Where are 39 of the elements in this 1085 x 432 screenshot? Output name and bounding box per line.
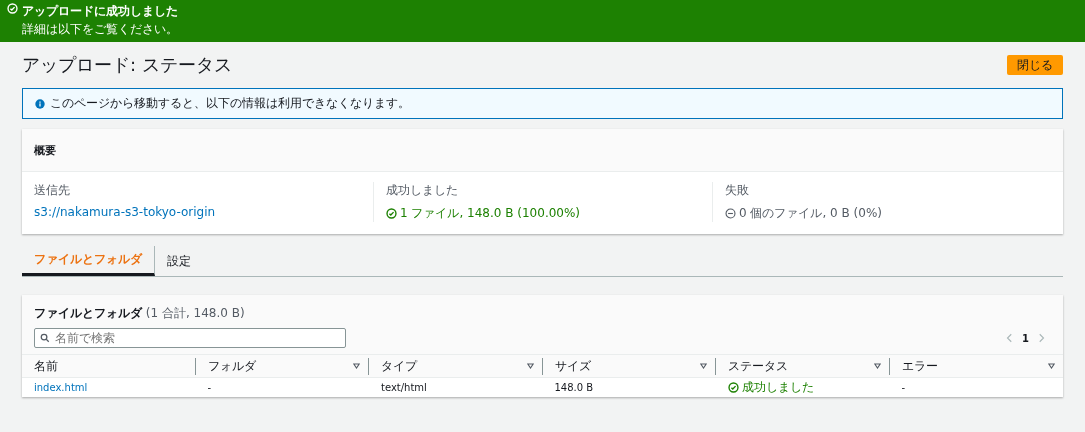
column-header[interactable]: 名前: [34, 357, 58, 375]
sort-icon[interactable]: [700, 363, 707, 369]
summary-title: 概要: [34, 142, 56, 158]
table-cell: -: [901, 382, 906, 393]
check-circle-icon: [728, 382, 739, 393]
status-text: 成功しました: [742, 379, 814, 396]
column-header[interactable]: サイズ: [554, 357, 591, 375]
table-title: ファイルとフォルダ: [34, 306, 142, 320]
tab[interactable]: 設定: [155, 248, 203, 274]
summary-label: 成功しました: [386, 182, 459, 199]
item-count: (1 合計, 148.0 B): [145, 306, 245, 320]
info-icon: [35, 98, 45, 109]
sort-icon[interactable]: [353, 363, 360, 369]
table-cell: 148.0 B: [554, 382, 594, 393]
failure-summary: 0 個のファイル, 0 B (0%): [739, 205, 882, 222]
column-header[interactable]: エラー: [901, 357, 938, 375]
sort-icon[interactable]: [526, 363, 534, 369]
column-header[interactable]: ステータス: [728, 357, 788, 375]
column-header[interactable]: フォルダ: [207, 357, 256, 375]
summary-label: 送信先: [34, 182, 71, 199]
summary-label: 失敗: [725, 182, 750, 199]
close-button[interactable]: 閉じる: [1007, 55, 1063, 75]
page-title: アップロード: ステータス: [22, 53, 232, 77]
check-circle-icon: [7, 3, 18, 14]
page-number[interactable]: 1: [1022, 332, 1029, 344]
banner-message: 詳細は以下をご覧ください。: [22, 21, 178, 38]
info-text: このページから移動すると、以下の情報は利用できなくなります。: [50, 95, 410, 112]
minus-circle-icon: [725, 208, 736, 219]
banner-title: アップロードに成功しました: [22, 3, 178, 20]
check-circle-icon: [386, 208, 397, 219]
column-header[interactable]: タイプ: [381, 357, 417, 375]
file-link[interactable]: index.html: [34, 382, 88, 393]
table-cell: -: [207, 382, 212, 393]
table-cell: text/html: [381, 382, 427, 393]
success-summary: 1 ファイル, 148.0 B (100.00%): [400, 205, 581, 222]
destination-link[interactable]: s3://nakamura-s3-tokyo-origin: [34, 205, 361, 219]
search-field[interactable]: 名前で検索: [34, 328, 346, 348]
sort-icon[interactable]: [873, 363, 881, 369]
sort-icon[interactable]: [1048, 363, 1055, 369]
